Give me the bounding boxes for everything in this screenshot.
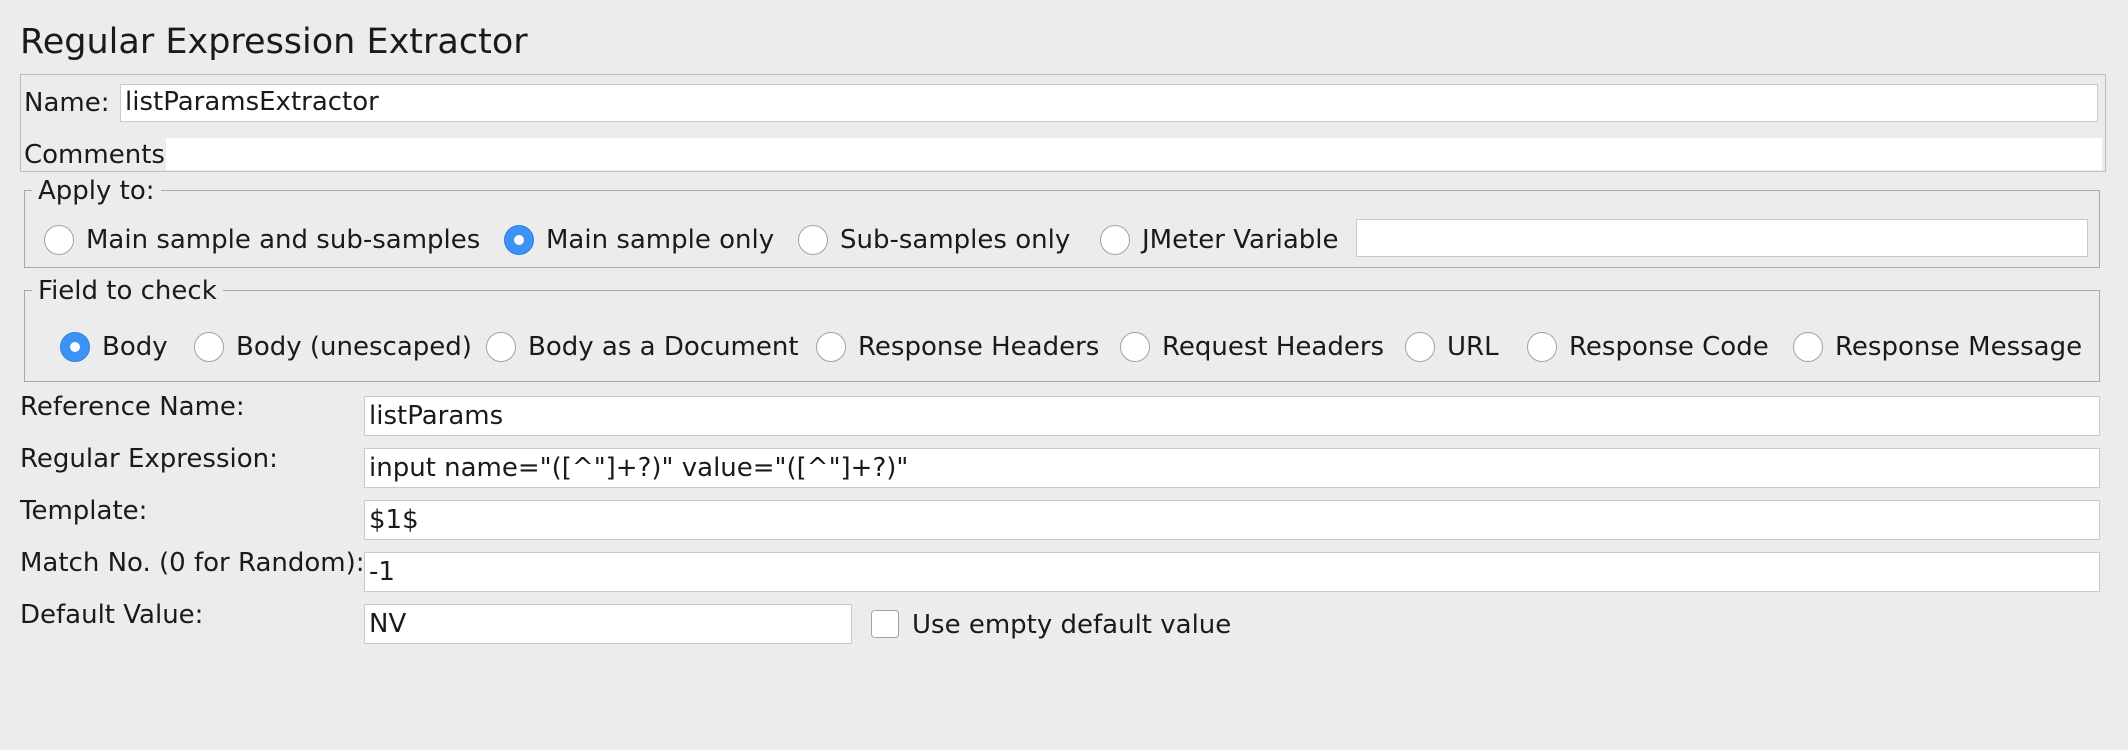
match-no-input[interactable]: -1 bbox=[364, 552, 2100, 592]
jmeter-variable-input[interactable] bbox=[1356, 219, 2088, 257]
panel-title: Regular Expression Extractor bbox=[20, 22, 528, 62]
radio-sub-only-label: Sub-samples only bbox=[840, 225, 1071, 255]
radio-sub-only[interactable] bbox=[798, 225, 828, 255]
comments-input[interactable] bbox=[166, 138, 2102, 170]
radio-body-label: Body bbox=[102, 332, 168, 362]
reference-name-input[interactable]: listParams bbox=[364, 396, 2100, 436]
field-to-check-legend: Field to check bbox=[32, 276, 223, 306]
radio-url[interactable] bbox=[1405, 332, 1435, 362]
radio-jmeter-variable-label: JMeter Variable bbox=[1142, 225, 1339, 255]
radio-response-code[interactable] bbox=[1527, 332, 1557, 362]
radio-response-code-label: Response Code bbox=[1569, 332, 1769, 362]
radio-body-unescaped[interactable] bbox=[194, 332, 224, 362]
regular-expression-input[interactable]: input name="([^"]+?)" value="([^"]+?)" bbox=[364, 448, 2100, 488]
radio-main-only[interactable] bbox=[504, 225, 534, 255]
radio-request-headers[interactable] bbox=[1120, 332, 1150, 362]
radio-response-message[interactable] bbox=[1793, 332, 1823, 362]
use-empty-default-checkbox[interactable] bbox=[871, 610, 899, 638]
radio-body-unescaped-label: Body (unescaped) bbox=[236, 332, 472, 362]
reference-name-label: Reference Name: bbox=[20, 392, 245, 422]
apply-to-legend: Apply to: bbox=[32, 176, 161, 206]
radio-jmeter-variable[interactable] bbox=[1100, 225, 1130, 255]
name-input[interactable]: listParamsExtractor bbox=[120, 84, 2098, 122]
radio-response-message-label: Response Message bbox=[1835, 332, 2083, 362]
radio-url-label: URL bbox=[1447, 332, 1499, 362]
regular-expression-label: Regular Expression: bbox=[20, 444, 278, 474]
use-empty-default-label: Use empty default value bbox=[912, 610, 1232, 640]
radio-main-only-label: Main sample only bbox=[546, 225, 775, 255]
radio-request-headers-label: Request Headers bbox=[1162, 332, 1385, 362]
radio-response-headers-label: Response Headers bbox=[858, 332, 1100, 362]
radio-body-document[interactable] bbox=[486, 332, 516, 362]
radio-main-and-sub-label: Main sample and sub-samples bbox=[86, 225, 481, 255]
default-value-input[interactable]: NV bbox=[364, 604, 852, 644]
radio-body[interactable] bbox=[60, 332, 90, 362]
template-label: Template: bbox=[20, 496, 148, 526]
template-input[interactable]: $1$ bbox=[364, 500, 2100, 540]
match-no-label: Match No. (0 for Random): bbox=[20, 548, 365, 578]
name-label: Name: bbox=[24, 88, 110, 118]
comments-label: Comments: bbox=[24, 140, 174, 170]
default-value-label: Default Value: bbox=[20, 600, 204, 630]
radio-main-and-sub[interactable] bbox=[44, 225, 74, 255]
radio-body-document-label: Body as a Document bbox=[528, 332, 799, 362]
radio-response-headers[interactable] bbox=[816, 332, 846, 362]
